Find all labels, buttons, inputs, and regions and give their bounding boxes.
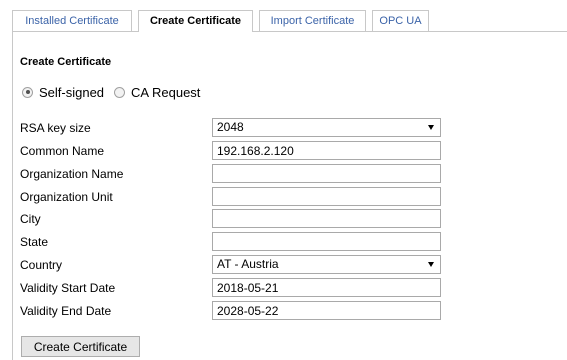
state-input[interactable] — [212, 232, 441, 251]
self-signed-label[interactable]: Self-signed — [39, 85, 104, 100]
tab-import-certificate[interactable]: Import Certificate — [259, 10, 366, 31]
city-input[interactable] — [212, 209, 441, 228]
chevron-down-icon — [428, 125, 434, 130]
country-label: Country — [20, 258, 63, 272]
validity-end-date-input[interactable] — [212, 301, 441, 320]
tab-installed-certificate[interactable]: Installed Certificate — [12, 10, 132, 31]
validity-start-date-row: Validity Start Date — [20, 278, 550, 298]
chevron-down-icon — [428, 262, 434, 267]
validity-start-date-input[interactable] — [212, 278, 441, 297]
state-row: State — [20, 232, 550, 252]
self-signed-radio[interactable] — [22, 86, 33, 98]
tab-bar: Installed Certificate Create Certificate… — [0, 0, 567, 32]
rsa-key-size-value: 2048 — [217, 120, 244, 134]
ca-request-label[interactable]: CA Request — [131, 85, 200, 100]
validity-end-date-label: Validity End Date — [20, 304, 112, 318]
validity-end-date-row: Validity End Date — [20, 301, 550, 321]
rsa-key-size-row: RSA key size 2048 — [20, 118, 550, 138]
country-row: Country AT - Austria — [20, 255, 550, 275]
city-label: City — [20, 212, 41, 226]
state-label: State — [20, 235, 49, 249]
organization-unit-row: Organization Unit — [20, 187, 550, 207]
rsa-key-size-select[interactable]: 2048 — [212, 118, 441, 137]
organization-name-input[interactable] — [212, 164, 441, 183]
organization-name-label: Organization Name — [20, 167, 124, 181]
organization-unit-label: Organization Unit — [20, 190, 113, 204]
organization-unit-input[interactable] — [212, 187, 441, 206]
validity-start-date-label: Validity Start Date — [20, 281, 116, 295]
certificate-mode-group: Self-signed CA Request — [22, 83, 210, 101]
organization-name-row: Organization Name — [20, 164, 550, 184]
country-value: AT - Austria — [217, 257, 279, 271]
tab-create-certificate[interactable]: Create Certificate — [138, 10, 253, 32]
common-name-label: Common Name — [20, 144, 105, 158]
common-name-row: Common Name — [20, 141, 550, 161]
section-title: Create Certificate — [20, 56, 112, 68]
country-select[interactable]: AT - Austria — [212, 255, 441, 274]
rsa-key-size-label: RSA key size — [20, 121, 91, 135]
common-name-input[interactable] — [212, 141, 441, 160]
tab-opc-ua[interactable]: OPC UA — [372, 10, 429, 31]
city-row: City — [20, 209, 550, 229]
ca-request-radio[interactable] — [114, 86, 126, 98]
create-certificate-button[interactable]: Create Certificate — [21, 336, 140, 357]
